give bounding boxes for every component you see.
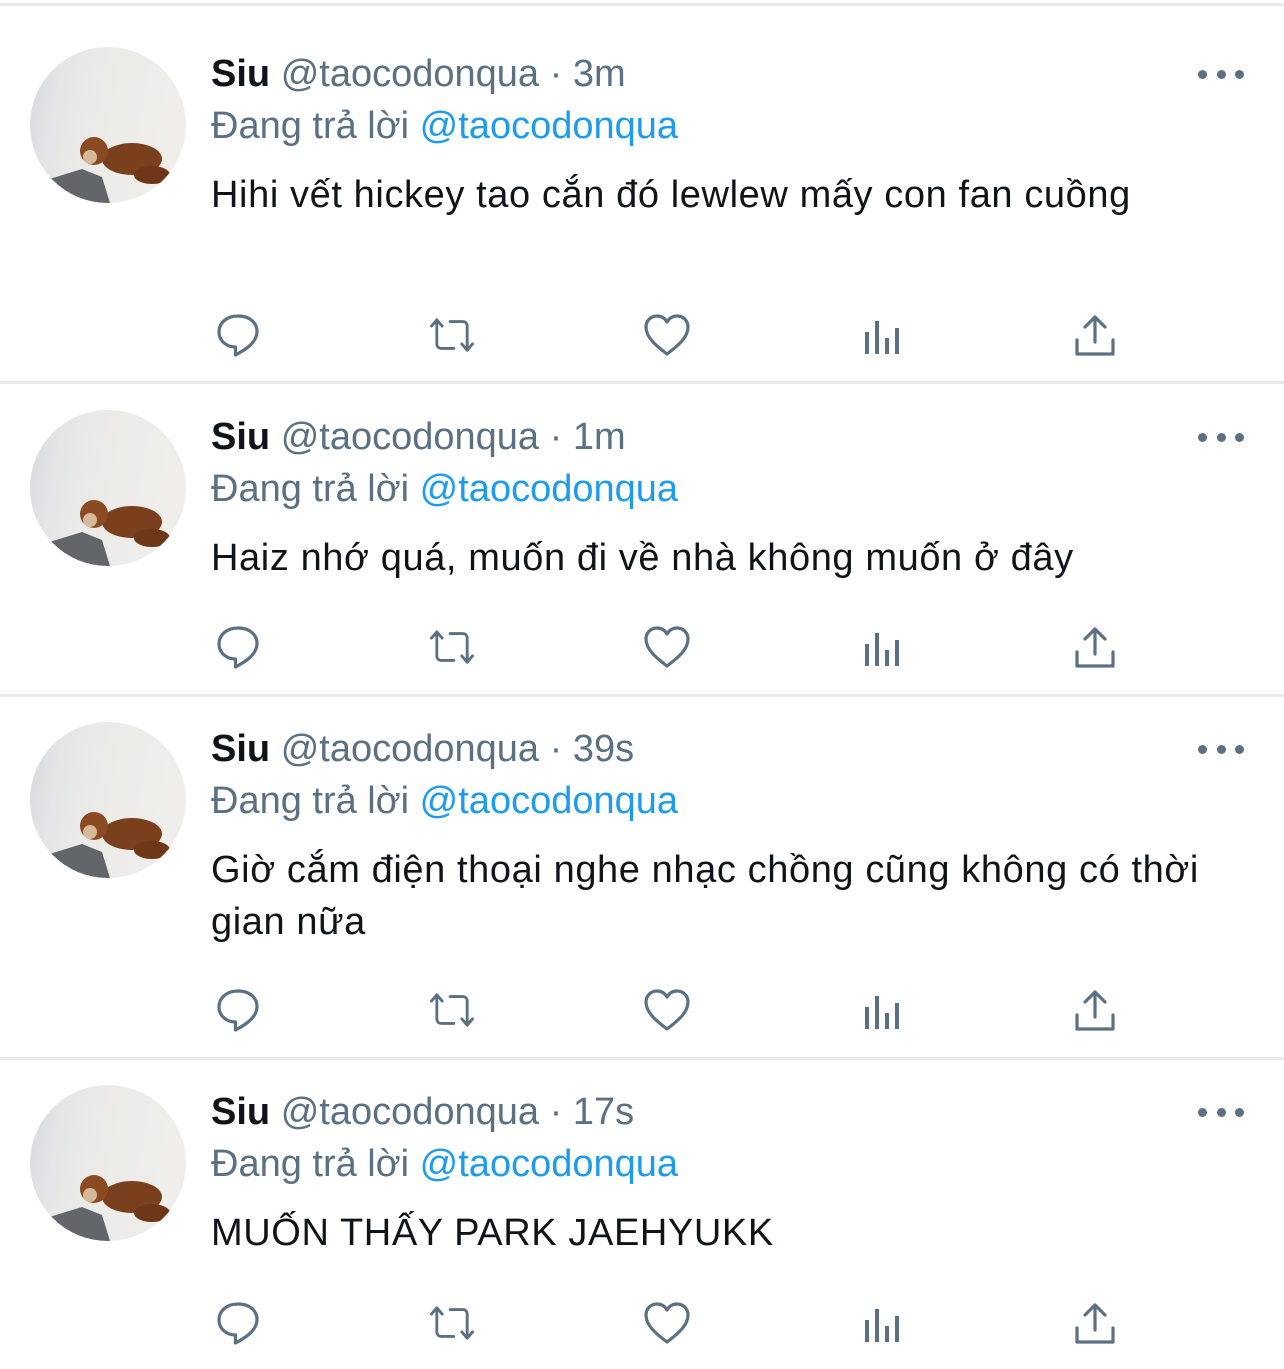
reply-mention-link[interactable]: @taocodonqua — [420, 1143, 678, 1185]
reply-button[interactable] — [213, 1298, 263, 1348]
user-handle[interactable]: @taocodonqua — [281, 1091, 539, 1133]
replying-to: Đang trả lời @taocodonqua — [211, 1142, 678, 1186]
tweet[interactable]: Siu @taocodonqua · 17s Đang trả lời @tao… — [0, 0, 1284, 1369]
share-button[interactable] — [1070, 1298, 1120, 1348]
retweet-button[interactable] — [427, 1298, 477, 1348]
share-icon — [1075, 1303, 1115, 1344]
display-name[interactable]: Siu — [211, 1091, 270, 1133]
retweet-icon — [430, 1306, 474, 1340]
tweet-actions — [0, 1298, 1284, 1348]
analytics-icon — [865, 1309, 899, 1342]
avatar-image — [30, 1175, 170, 1241]
reply-icon — [217, 1302, 259, 1345]
tweet-text: MUỐN THẤY PARK JAEHYUKK — [211, 1212, 774, 1254]
avatar[interactable] — [30, 1085, 186, 1241]
separator-dot: · — [549, 1091, 563, 1133]
replying-to-label: Đang trả lời — [211, 1143, 410, 1185]
timestamp[interactable]: 17s — [573, 1091, 634, 1133]
more-dots-icon[interactable] — [1198, 1102, 1244, 1122]
analytics-button[interactable] — [856, 1298, 906, 1348]
heart-icon — [644, 1302, 690, 1344]
like-button[interactable] — [642, 1298, 692, 1348]
tweet-header: Siu @taocodonqua · 17s — [211, 1090, 634, 1134]
